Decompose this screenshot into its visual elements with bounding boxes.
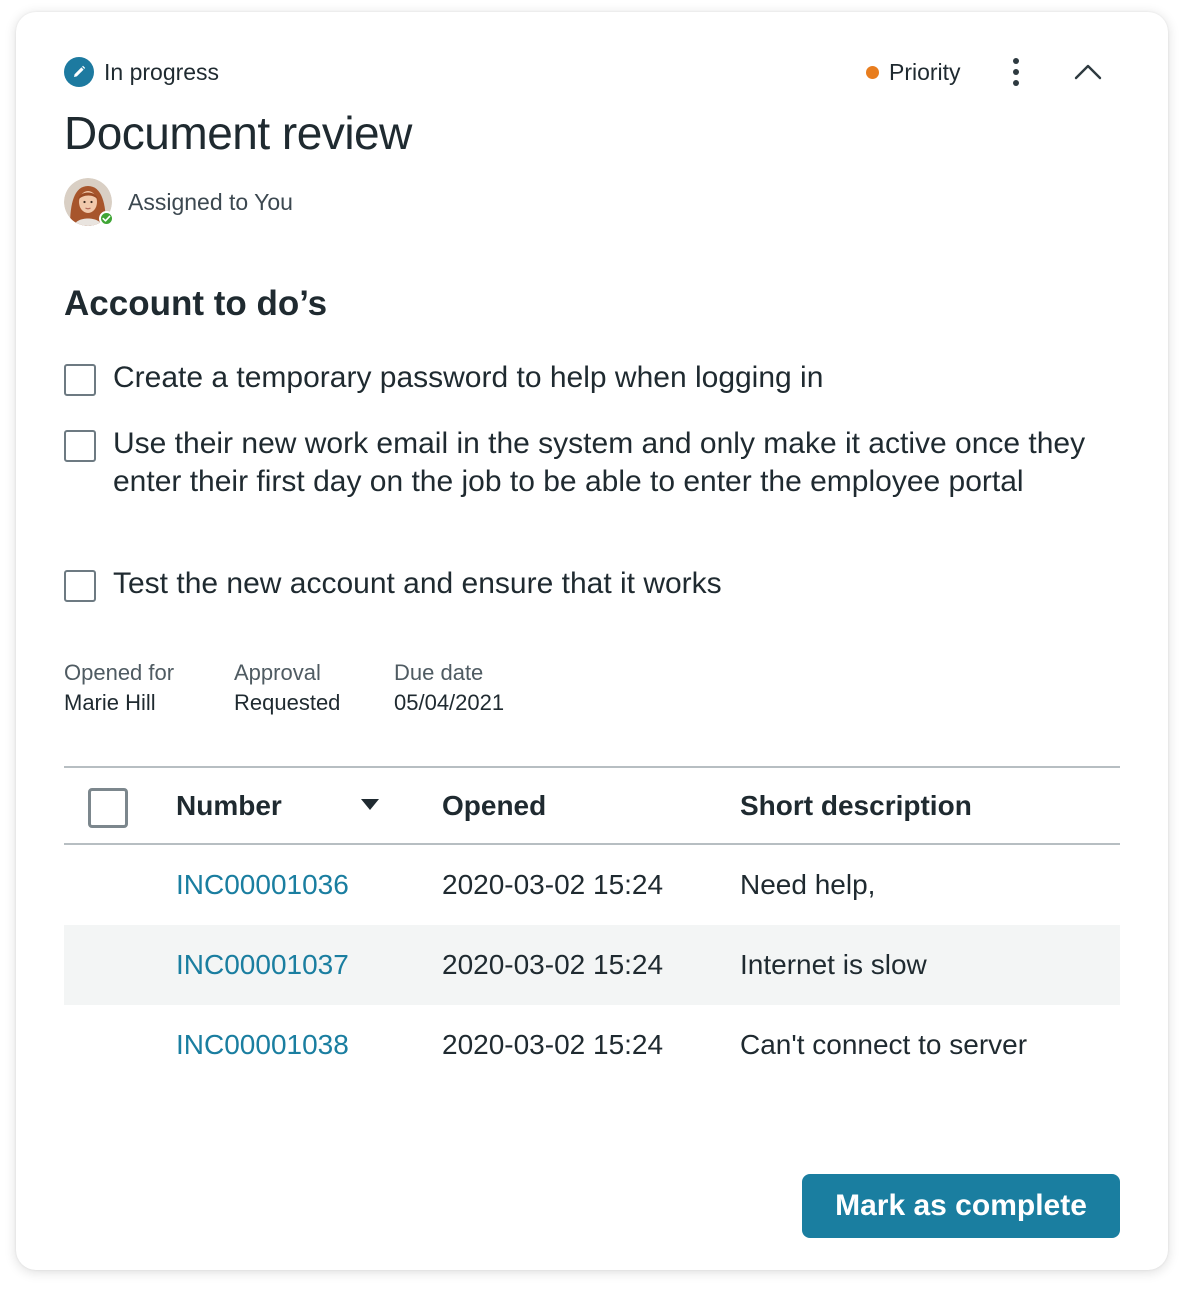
due-date-value: 05/04/2021 [394, 690, 505, 715]
description-cell: Can't connect to server [740, 1029, 1028, 1060]
select-all-checkbox[interactable] [88, 788, 128, 828]
opened-for-label: Opened for [64, 660, 175, 685]
avatar [64, 178, 114, 226]
todo-label: Create a temporary password to help when… [113, 361, 824, 394]
priority-label: Priority [889, 58, 961, 85]
description-cell: Need help, [740, 869, 876, 900]
table-row[interactable]: INC00001038 2020-03-02 15:24 Can't conne… [64, 1005, 1120, 1085]
column-header-opened[interactable]: Opened [442, 790, 546, 822]
column-header-description[interactable]: Short description [740, 790, 972, 822]
incident-number-link[interactable]: INC00001038 [176, 1029, 349, 1061]
opened-cell: 2020-03-02 15:24 [442, 869, 664, 900]
todo-checkbox[interactable] [64, 430, 96, 462]
status-indicator: In progress [64, 56, 219, 88]
opened-cell: 2020-03-02 15:24 [442, 1029, 664, 1060]
todo-label: Test the new account and ensure that it … [113, 567, 722, 600]
table-header: Number Opened Short description [64, 766, 1120, 845]
due-date-field: Due date 05/04/2021 [394, 660, 504, 716]
opened-for-value: Marie Hill [64, 690, 156, 715]
assignee: Assigned to You [64, 178, 293, 226]
incident-number-link[interactable]: INC00001036 [176, 869, 349, 901]
status-label: In progress [104, 58, 220, 85]
todo-checkbox[interactable] [64, 570, 96, 602]
online-status-icon [99, 211, 114, 226]
more-vertical-icon[interactable] [1004, 56, 1028, 88]
todo-item: Test the new account and ensure that it … [64, 567, 1088, 603]
pencil-icon [64, 57, 94, 87]
incident-number-link[interactable]: INC00001037 [176, 949, 349, 981]
assignee-label: Assigned to You [128, 188, 293, 215]
todo-heading: Account to do’s [64, 284, 328, 323]
opened-cell: 2020-03-02 15:24 [442, 949, 664, 980]
opened-for-field: Opened for Marie Hill [64, 660, 174, 716]
table-row[interactable]: INC00001036 2020-03-02 15:24 Need help, [64, 845, 1120, 925]
todo-item: Create a temporary password to help when… [64, 361, 1088, 397]
todo-item: Use their new work email in the system a… [64, 427, 1088, 501]
approval-label: Approval [234, 660, 321, 685]
priority-indicator: Priority [866, 56, 961, 88]
description-cell: Internet is slow [740, 949, 927, 980]
table-row[interactable]: INC00001037 2020-03-02 15:24 Internet is… [64, 925, 1120, 1005]
task-card: In progress Priority Document review Ass… [16, 12, 1168, 1270]
todo-label: Use their new work email in the system a… [113, 427, 1086, 498]
approval-value: Requested [234, 690, 341, 715]
todo-checkbox[interactable] [64, 364, 96, 396]
page-title: Document review [64, 107, 412, 159]
incident-table: Number Opened Short description INC00001… [64, 766, 1120, 1085]
approval-field: Approval Requested [234, 660, 340, 716]
column-header-number[interactable]: Number [176, 790, 282, 822]
caret-down-icon[interactable] [360, 798, 380, 812]
mark-as-complete-button[interactable]: Mark as complete [802, 1174, 1120, 1238]
due-date-label: Due date [394, 660, 484, 685]
priority-dot-icon [866, 65, 879, 79]
chevron-up-icon[interactable] [1072, 56, 1104, 88]
